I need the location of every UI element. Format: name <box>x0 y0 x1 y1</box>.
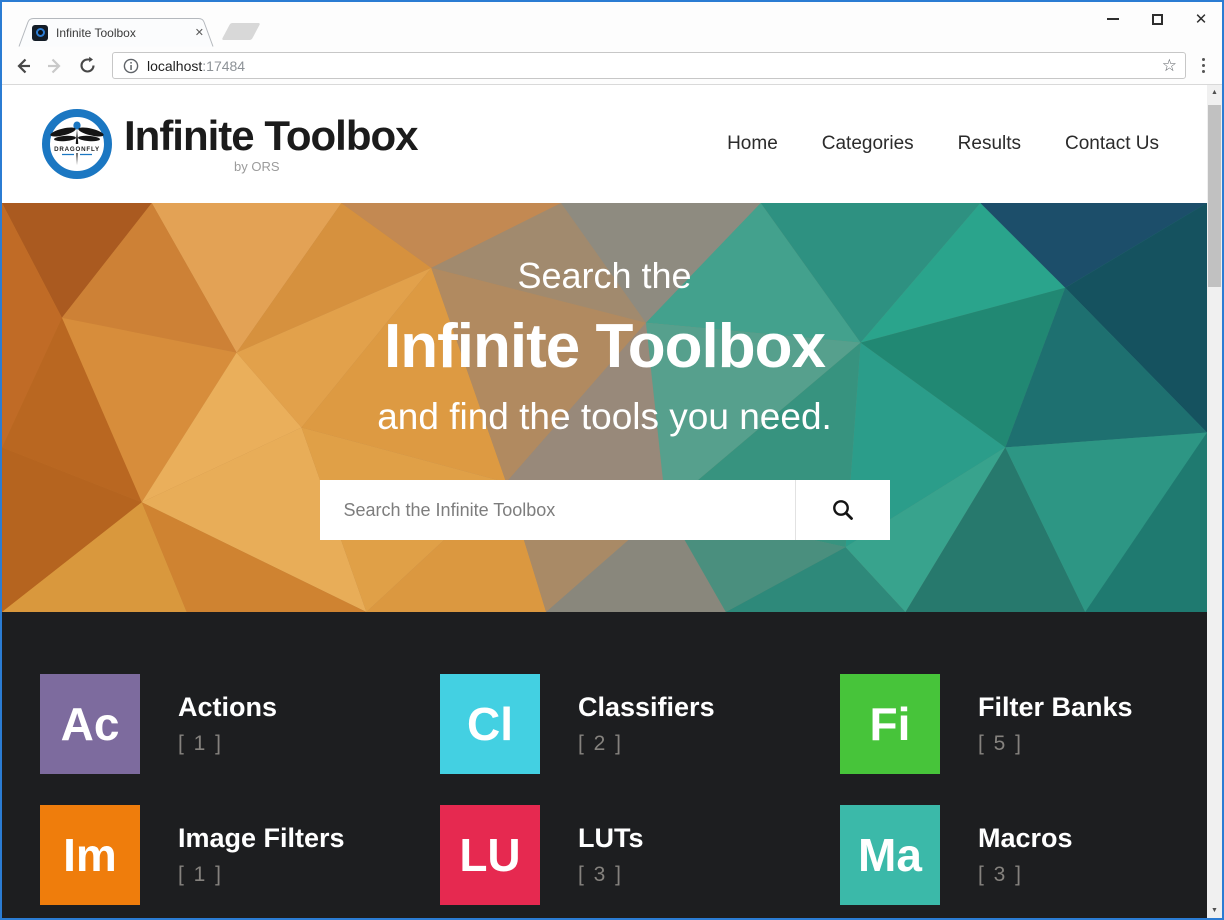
tab-title: Infinite Toolbox <box>56 26 183 40</box>
nav-link-home[interactable]: Home <box>727 133 778 155</box>
nav-link-categories[interactable]: Categories <box>822 133 914 155</box>
forward-icon[interactable] <box>42 53 68 79</box>
browser-tab[interactable]: Infinite Toolbox ✕ <box>18 18 214 47</box>
dragonfly-logo[interactable]: DRAGONFLY <box>42 109 112 179</box>
browser-titlebar: Infinite Toolbox ✕ ✕ <box>2 2 1222 47</box>
category-tile-abbr: Fi <box>840 674 940 774</box>
category-tile-abbr: Ma <box>840 805 940 905</box>
page-viewport: DRAGONFLY Infinite Toolbox by ORS Home C… <box>2 85 1222 918</box>
browser-toolbar: localhost:17484 ☆ <box>2 47 1222 85</box>
category-name: Image Filters <box>178 823 345 854</box>
scrollbar-thumb[interactable] <box>1208 105 1221 287</box>
hero-subheading: Search the <box>2 255 1207 297</box>
hero-searchbar <box>320 480 890 540</box>
category-count: [ 1 ] <box>178 732 277 756</box>
site-subtitle: by ORS <box>234 159 418 174</box>
category-item-filter-banks[interactable]: Fi Filter Banks [ 5 ] <box>840 674 1207 774</box>
site-header: DRAGONFLY Infinite Toolbox by ORS Home C… <box>2 85 1207 203</box>
category-name: Actions <box>178 692 277 723</box>
brand-block: Infinite Toolbox by ORS <box>124 115 418 174</box>
search-button[interactable] <box>795 480 890 540</box>
hero-section: Search the Infinite Toolbox and find the… <box>2 203 1207 612</box>
vertical-scrollbar[interactable]: ▲ ▼ <box>1207 85 1222 918</box>
category-count: [ 3 ] <box>578 863 644 887</box>
browser-menu-icon[interactable] <box>1194 53 1212 79</box>
scrollbar-up-icon[interactable]: ▲ <box>1207 85 1222 100</box>
category-tile-abbr: Cl <box>440 674 540 774</box>
category-item-image-filters[interactable]: Im Image Filters [ 1 ] <box>40 805 440 905</box>
category-item-luts[interactable]: LU LUTs [ 3 ] <box>440 805 840 905</box>
hero-heading: Infinite Toolbox <box>2 311 1207 382</box>
tab-favicon-icon <box>32 25 48 41</box>
categories-section: Ac Actions [ 1 ] Cl Classifiers [ 2 ] <box>2 612 1207 918</box>
bookmark-star-icon[interactable]: ☆ <box>1162 57 1177 74</box>
category-item-classifiers[interactable]: Cl Classifiers [ 2 ] <box>440 674 840 774</box>
category-item-macros[interactable]: Ma Macros [ 3 ] <box>840 805 1207 905</box>
category-count: [ 3 ] <box>978 863 1073 887</box>
window-close-button[interactable]: ✕ <box>1194 12 1208 26</box>
window-maximize-button[interactable] <box>1150 12 1164 26</box>
url-host: localhost <box>147 58 202 74</box>
category-tile-abbr: LU <box>440 805 540 905</box>
search-input[interactable] <box>320 480 795 540</box>
reload-icon[interactable] <box>74 53 100 79</box>
logo-badge-text: DRAGONFLY <box>54 146 100 153</box>
page-info-icon[interactable] <box>123 58 139 74</box>
url-bar[interactable]: localhost:17484 ☆ <box>112 52 1186 79</box>
category-item-actions[interactable]: Ac Actions [ 1 ] <box>40 674 440 774</box>
scrollbar-down-icon[interactable]: ▼ <box>1207 903 1222 918</box>
category-count: [ 1 ] <box>178 863 345 887</box>
search-icon <box>831 498 855 522</box>
category-count: [ 5 ] <box>978 732 1133 756</box>
category-name: Filter Banks <box>978 692 1133 723</box>
hero-tagline: and find the tools you need. <box>2 396 1207 438</box>
category-name: LUTs <box>578 823 644 854</box>
back-icon[interactable] <box>10 53 36 79</box>
url-text[interactable]: localhost:17484 <box>147 58 1154 74</box>
new-tab-button[interactable] <box>221 23 260 40</box>
site-nav: Home Categories Results Contact Us <box>727 133 1177 155</box>
nav-link-results[interactable]: Results <box>958 133 1021 155</box>
category-name: Classifiers <box>578 692 715 723</box>
category-name: Macros <box>978 823 1073 854</box>
browser-window: Infinite Toolbox ✕ ✕ localhost:1 <box>0 0 1224 920</box>
nav-link-contact-us[interactable]: Contact Us <box>1065 133 1159 155</box>
site-title: Infinite Toolbox <box>124 115 418 157</box>
url-port: :17484 <box>202 58 245 74</box>
category-tile-abbr: Im <box>40 805 140 905</box>
window-minimize-button[interactable] <box>1106 12 1120 26</box>
category-count: [ 2 ] <box>578 732 715 756</box>
tab-close-icon[interactable]: ✕ <box>191 24 208 41</box>
category-tile-abbr: Ac <box>40 674 140 774</box>
